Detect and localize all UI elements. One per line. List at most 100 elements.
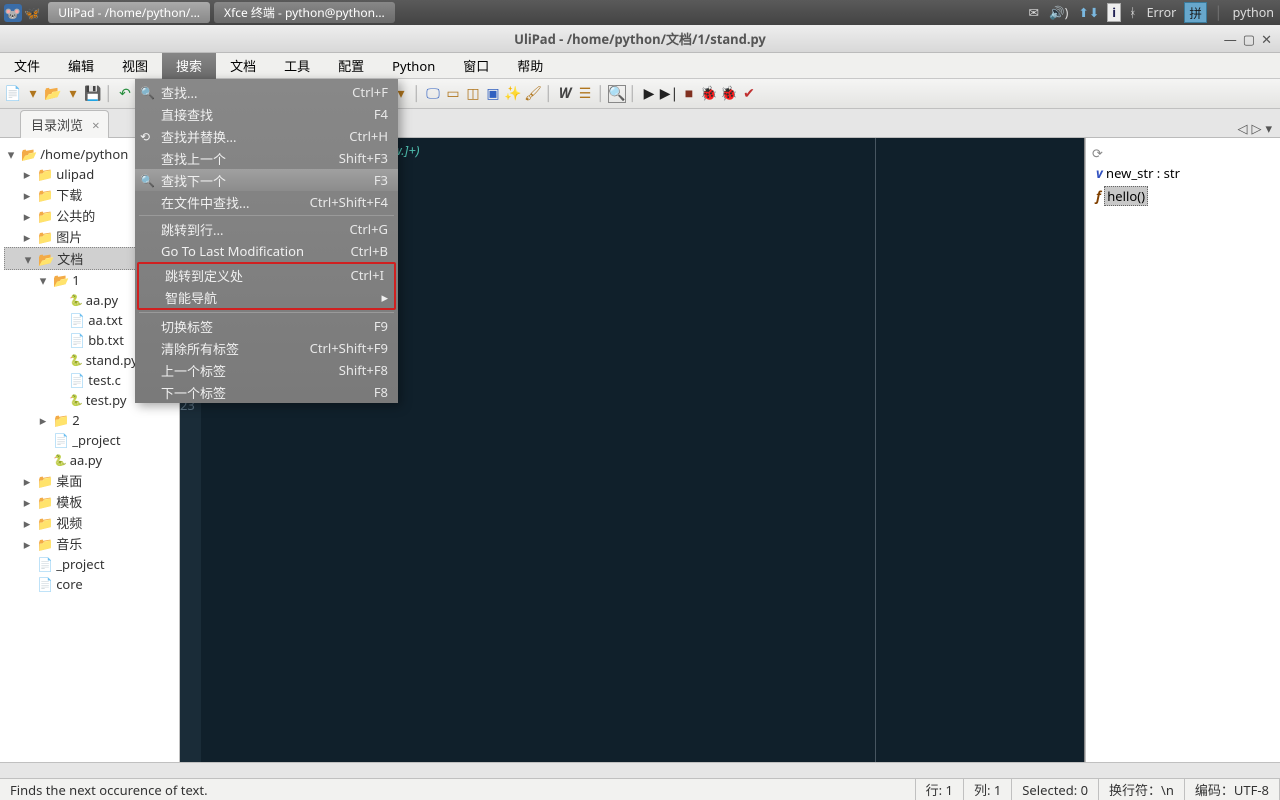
python-file-icon: 🐍	[69, 293, 83, 308]
editor-ruler	[875, 138, 876, 762]
tree-item[interactable]: 📄 _project	[4, 554, 175, 574]
menuitem-查找下一个[interactable]: 🔍查找下一个F3	[135, 169, 398, 191]
user-label[interactable]: python	[1231, 4, 1276, 21]
tree-item[interactable]: ▸📁 2	[4, 410, 175, 430]
folder-icon: 📁	[37, 514, 53, 532]
tree-item[interactable]: ▸📁 桌面	[4, 470, 175, 491]
panel-icon[interactable]: ▭	[444, 85, 462, 103]
menu-编辑[interactable]: 编辑	[54, 52, 108, 79]
refresh-icon[interactable]: ⟳	[1092, 144, 1274, 162]
menuitem-跳转到定义处[interactable]: 跳转到定义处Ctrl+I	[139, 264, 394, 286]
stop-icon[interactable]: ■	[680, 85, 698, 103]
file-icon: 📄	[69, 311, 85, 329]
outline-item[interactable]: v new_str : str	[1092, 162, 1274, 184]
system-taskbar: 🐭 🦋 UliPad - /home/python/... Xfce 终端 - …	[0, 0, 1280, 25]
tree-item[interactable]: 📄 _project	[4, 430, 175, 450]
tree-item[interactable]: ▸📁 模板	[4, 491, 175, 512]
wand-icon[interactable]: ✨	[504, 85, 522, 103]
menuitem-在文件中查找...[interactable]: 在文件中查找...Ctrl+Shift+F4	[135, 191, 398, 213]
close-icon[interactable]: ×	[92, 116, 99, 134]
tab-next-icon[interactable]: ▷	[1251, 119, 1261, 137]
tree-item[interactable]: 📄 core	[4, 574, 175, 594]
toolbar-separator: │	[628, 85, 638, 103]
menu-帮助[interactable]: 帮助	[503, 52, 557, 79]
tab-menu-icon[interactable]: ▾	[1265, 119, 1272, 137]
mail-icon[interactable]: ✉	[1027, 4, 1041, 21]
taskbar-item-ulipad[interactable]: UliPad - /home/python/...	[48, 2, 210, 23]
open-dropdown-icon[interactable]: ▾	[64, 85, 82, 103]
python-file-icon: 🐍	[53, 453, 67, 468]
file-icon: 📄	[69, 331, 85, 349]
maximize-button[interactable]: ▢	[1243, 30, 1255, 48]
folder-icon: 📁	[37, 472, 53, 490]
folder-icon: 📁	[37, 228, 53, 246]
open-icon[interactable]: 📂	[44, 85, 62, 103]
outline-item[interactable]: f hello()	[1092, 184, 1274, 208]
horizontal-scrollbar[interactable]	[0, 762, 1280, 778]
menuitem-查找...[interactable]: 🔍查找...Ctrl+F	[135, 81, 398, 103]
folder-icon: 📁	[37, 186, 53, 204]
save-icon[interactable]: 💾	[84, 85, 102, 103]
folder-icon: 📁	[37, 207, 53, 225]
toolbar-separator: │	[544, 85, 554, 103]
wrap-w-icon[interactable]: W	[556, 85, 574, 103]
preview-icon[interactable]: 🔍	[608, 85, 626, 103]
run-to-icon[interactable]: ▶|	[660, 85, 678, 103]
window-icon[interactable]: 🖵	[424, 85, 442, 103]
toolbar-separator: │	[596, 85, 606, 103]
info-icon[interactable]: i	[1107, 3, 1121, 22]
brush-icon[interactable]: 🖌	[524, 85, 542, 103]
bluetooth-icon[interactable]: ᚼ	[1127, 4, 1139, 21]
menuitem-智能导航[interactable]: 智能导航▸	[139, 286, 394, 308]
new-dropdown-icon[interactable]: ▾	[24, 85, 42, 103]
terminal-icon[interactable]: ▣	[484, 85, 502, 103]
bug1-icon[interactable]: 🐞	[700, 85, 718, 103]
separator: │	[1213, 4, 1225, 21]
statusbar: Finds the next occurence of text. 行: 1 列…	[0, 778, 1280, 800]
menu-文件[interactable]: 文件	[0, 52, 54, 79]
menu-Python[interactable]: Python	[378, 53, 449, 79]
close-button[interactable]: ✕	[1261, 30, 1272, 48]
indent-icon[interactable]: ☰	[576, 85, 594, 103]
network-icon[interactable]: ⬆⬇	[1076, 4, 1101, 21]
menuitem-切换标签[interactable]: 切换标签F9	[135, 315, 398, 337]
run-icon[interactable]: ▶	[640, 85, 658, 103]
file-icon: 📄	[37, 555, 53, 573]
menuitem-直接查找[interactable]: 直接查找F4	[135, 103, 398, 125]
xfce-menu-icon[interactable]: 🐭	[4, 4, 22, 22]
split-icon[interactable]: ◫	[464, 85, 482, 103]
tree-item[interactable]: ▸📁 音乐	[4, 533, 175, 554]
menuitem-查找上一个[interactable]: 查找上一个Shift+F3	[135, 147, 398, 169]
app-icon: 🦋	[24, 4, 40, 22]
folder-icon: 📁	[37, 493, 53, 511]
menu-工具[interactable]: 工具	[270, 52, 324, 79]
bug2-icon[interactable]: 🐞	[720, 85, 738, 103]
new-file-icon[interactable]: 📄	[4, 85, 22, 103]
tab-directory-browse[interactable]: 目录浏览 ×	[20, 110, 109, 138]
file-icon: 📄	[37, 575, 53, 593]
menu-配置[interactable]: 配置	[324, 52, 378, 79]
tab-prev-icon[interactable]: ◁	[1237, 119, 1247, 137]
undo-icon[interactable]: ↶	[116, 85, 134, 103]
menu-窗口[interactable]: 窗口	[449, 52, 503, 79]
tree-item[interactable]: ▸📁 视频	[4, 512, 175, 533]
menu-搜索[interactable]: 搜索	[162, 52, 216, 79]
volume-icon[interactable]: 🔊)	[1047, 4, 1070, 21]
taskbar-item-terminal[interactable]: Xfce 终端 - python@python...	[214, 2, 395, 23]
tree-item[interactable]: 🐍 aa.py	[4, 450, 175, 470]
menuitem-上一个标签[interactable]: 上一个标签Shift+F8	[135, 359, 398, 381]
check-icon[interactable]: ✔	[740, 85, 758, 103]
menu-文档[interactable]: 文档	[216, 52, 270, 79]
menu-视图[interactable]: 视图	[108, 52, 162, 79]
tree-label: /home/python	[40, 145, 128, 163]
error-label: Error	[1145, 4, 1179, 21]
file-icon: 📄	[53, 431, 69, 449]
minimize-button[interactable]: —	[1224, 30, 1237, 48]
folder-icon: 📁	[37, 535, 53, 553]
menuitem-Go To Last Modification[interactable]: Go To Last ModificationCtrl+B	[135, 240, 398, 262]
menuitem-跳转到行...[interactable]: 跳转到行...Ctrl+G	[135, 218, 398, 240]
menuitem-清除所有标签[interactable]: 清除所有标签Ctrl+Shift+F9	[135, 337, 398, 359]
menuitem-查找并替换...[interactable]: ⟲查找并替换...Ctrl+H	[135, 125, 398, 147]
ime-indicator[interactable]: 拼	[1184, 2, 1207, 23]
menuitem-下一个标签[interactable]: 下一个标签F8	[135, 381, 398, 403]
